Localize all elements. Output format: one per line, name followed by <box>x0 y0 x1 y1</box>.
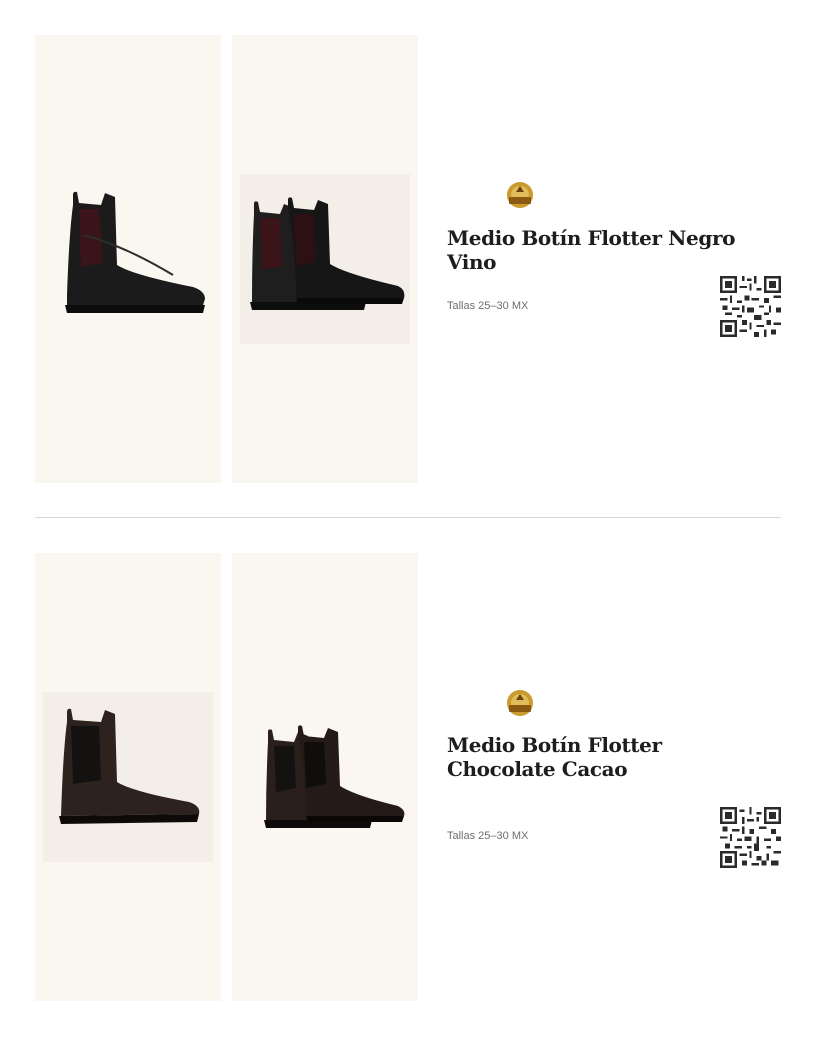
product-1-photo-panel-side <box>35 35 221 483</box>
product-2-photo-pair <box>240 692 410 862</box>
product-1-qr-code[interactable] <box>720 276 781 337</box>
product-1-sizes: Tallas 25–30 MX <box>447 300 529 312</box>
brand-logo-icon <box>505 180 535 210</box>
product-1-photo-pair <box>240 174 410 344</box>
product-2-photo-panel-pair <box>232 553 418 1001</box>
brand-logo-icon <box>505 688 535 718</box>
product-1-photo-side <box>43 175 213 345</box>
boot-pair-image <box>264 725 405 828</box>
product-1-photo-panel-pair <box>232 35 418 483</box>
section-divider <box>35 517 781 518</box>
boot-side-view-image <box>65 191 205 313</box>
product-2-name: Medio Botín Flotter Chocolate Cacao <box>447 733 662 781</box>
boot-pair-image <box>250 197 405 310</box>
product-1-name: Medio Botín Flotter Negro Vino <box>447 226 736 274</box>
boot-side-view-image <box>59 708 200 824</box>
product-2-photo-panel-side <box>35 553 221 1001</box>
product-2-sizes: Tallas 25–30 MX <box>447 830 529 842</box>
product-2-qr-code[interactable] <box>720 807 781 868</box>
product-2-photo-side <box>43 692 213 862</box>
